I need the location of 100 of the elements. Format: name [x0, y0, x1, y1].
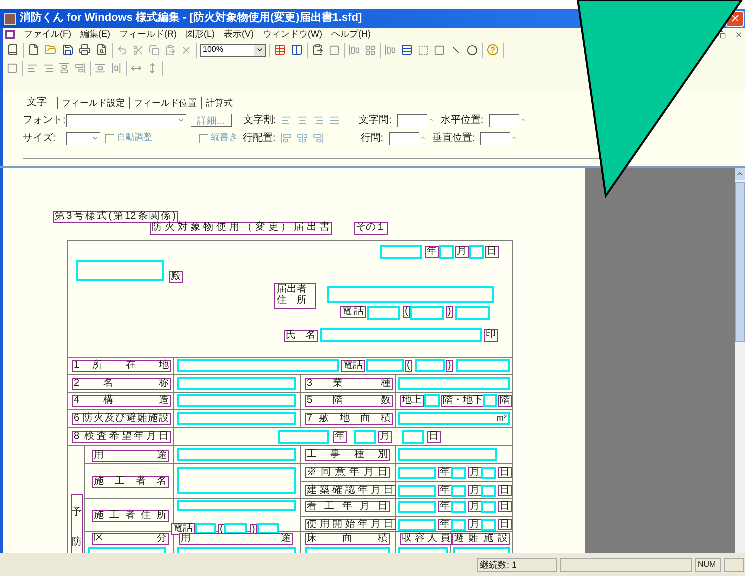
columns-icon	[291, 44, 303, 56]
input-field[interactable]	[483, 394, 497, 407]
caret-icon	[256, 46, 264, 54]
save-icon	[62, 44, 74, 56]
menu-item[interactable]: ファイル(F)	[24, 28, 72, 42]
input-field[interactable]	[177, 467, 296, 494]
field-label: 収 容 人 員	[400, 533, 452, 545]
field-label: )	[446, 306, 454, 318]
input-field[interactable]	[424, 394, 440, 407]
char-align-label: 文字割:	[243, 114, 276, 128]
size-dropdown[interactable]	[66, 132, 100, 144]
circle-icon	[467, 44, 478, 56]
line-spacing-label: 行間:	[360, 132, 384, 146]
input-field[interactable]	[398, 501, 436, 513]
caret-icon	[92, 134, 98, 142]
input-field[interactable]	[451, 467, 466, 479]
field-label: 月	[378, 431, 392, 443]
input-field[interactable]	[320, 328, 482, 342]
input-field[interactable]	[177, 412, 296, 425]
field-label: 日	[498, 485, 512, 496]
input-field[interactable]	[327, 286, 494, 303]
font-dropdown[interactable]	[66, 114, 186, 126]
zoom-dropdown[interactable]: 100%	[200, 44, 266, 56]
input-field[interactable]	[177, 500, 296, 511]
input-field[interactable]	[451, 485, 466, 497]
input-field[interactable]	[451, 519, 466, 531]
field-label: 月	[455, 246, 469, 258]
input-field[interactable]	[398, 485, 436, 497]
input-field[interactable]	[366, 359, 404, 372]
input-field[interactable]	[402, 430, 424, 444]
field-label: 階	[498, 395, 512, 407]
input-field[interactable]	[177, 359, 339, 372]
copy-icon	[149, 44, 160, 56]
input-field[interactable]	[481, 467, 496, 479]
field-label: その１	[354, 222, 388, 235]
number-field[interactable]	[396, 114, 427, 126]
document-icon	[5, 30, 15, 39]
field-label: 使 用 開 始 年 月 日	[305, 519, 396, 530]
menu-item[interactable]: ウィンドウ(W)	[263, 28, 322, 42]
tab[interactable]: フィールド設定	[57, 96, 129, 108]
input-field[interactable]	[410, 306, 444, 320]
input-field[interactable]	[195, 523, 216, 534]
input-field[interactable]: m²	[398, 412, 510, 425]
input-field[interactable]	[456, 359, 510, 372]
input-field[interactable]	[398, 467, 436, 479]
scroll-thumb[interactable]	[735, 182, 745, 342]
checkbox-label: 縦書き	[211, 131, 238, 144]
input-field[interactable]	[177, 394, 296, 407]
field-label: 区 分	[92, 533, 169, 545]
input-field[interactable]	[398, 377, 510, 390]
input-field[interactable]	[415, 359, 445, 372]
tab[interactable]: フィールド位置	[129, 96, 201, 108]
label-line: 届出者	[277, 284, 308, 295]
input-field[interactable]	[398, 519, 436, 531]
menu-item[interactable]: 編集(E)	[80, 28, 110, 42]
field-label: 4 構 造	[72, 395, 171, 407]
number-field[interactable]	[488, 114, 519, 126]
tab[interactable]: 文字	[23, 96, 57, 108]
number-field[interactable]	[480, 132, 510, 144]
menu-item[interactable]: 図形(L)	[186, 28, 215, 42]
input-field[interactable]	[398, 448, 497, 461]
record-count: 継続数: 1	[477, 558, 557, 572]
input-field[interactable]	[481, 519, 496, 531]
input-field[interactable]	[367, 306, 400, 320]
scrollbar[interactable]	[735, 168, 745, 553]
align-middle-icon	[296, 132, 308, 144]
menu-item[interactable]: 表示(V)	[224, 28, 254, 42]
align-top-icon	[59, 63, 70, 74]
input-field[interactable]	[481, 501, 496, 513]
input-field[interactable]	[380, 245, 422, 259]
input-field[interactable]	[257, 523, 279, 534]
scroll-up-button[interactable]	[735, 168, 745, 180]
field-label: 年	[438, 519, 452, 530]
input-field[interactable]	[451, 501, 466, 513]
align-left-icon	[27, 63, 38, 74]
align-right-icon	[313, 114, 324, 126]
field-label: 床 面 積	[305, 533, 390, 545]
field-label: 6 防火及び避難施設	[72, 413, 171, 425]
horizontal-position-label: 水平位置:	[440, 114, 484, 128]
close-icon	[730, 13, 740, 24]
field-label: 工 事 種 別	[305, 449, 390, 461]
window-title: 消防くん for Windows 様式編集 - [防火対象物使用(変更)届出書1.sfd]	[20, 10, 362, 26]
input-field[interactable]	[177, 448, 296, 461]
input-field[interactable]	[278, 430, 329, 444]
input-field[interactable]	[354, 430, 376, 444]
input-field[interactable]	[481, 485, 496, 497]
tab[interactable]: 計算式	[201, 96, 237, 108]
field-label: 電話	[340, 306, 366, 318]
input-field[interactable]	[224, 523, 247, 534]
field-label: 用 途	[179, 533, 293, 545]
number-field[interactable]	[388, 132, 419, 144]
input-field[interactable]	[469, 245, 484, 259]
field-label: 月	[468, 467, 482, 478]
menu-item[interactable]: フィールド(R)	[120, 28, 177, 42]
input-field[interactable]	[455, 306, 490, 320]
input-field[interactable]	[76, 260, 164, 281]
input-field[interactable]	[439, 245, 454, 259]
menu-item[interactable]: ヘルプ(H)	[332, 28, 371, 42]
align-left-icon	[281, 114, 292, 126]
input-field[interactable]	[177, 377, 296, 390]
